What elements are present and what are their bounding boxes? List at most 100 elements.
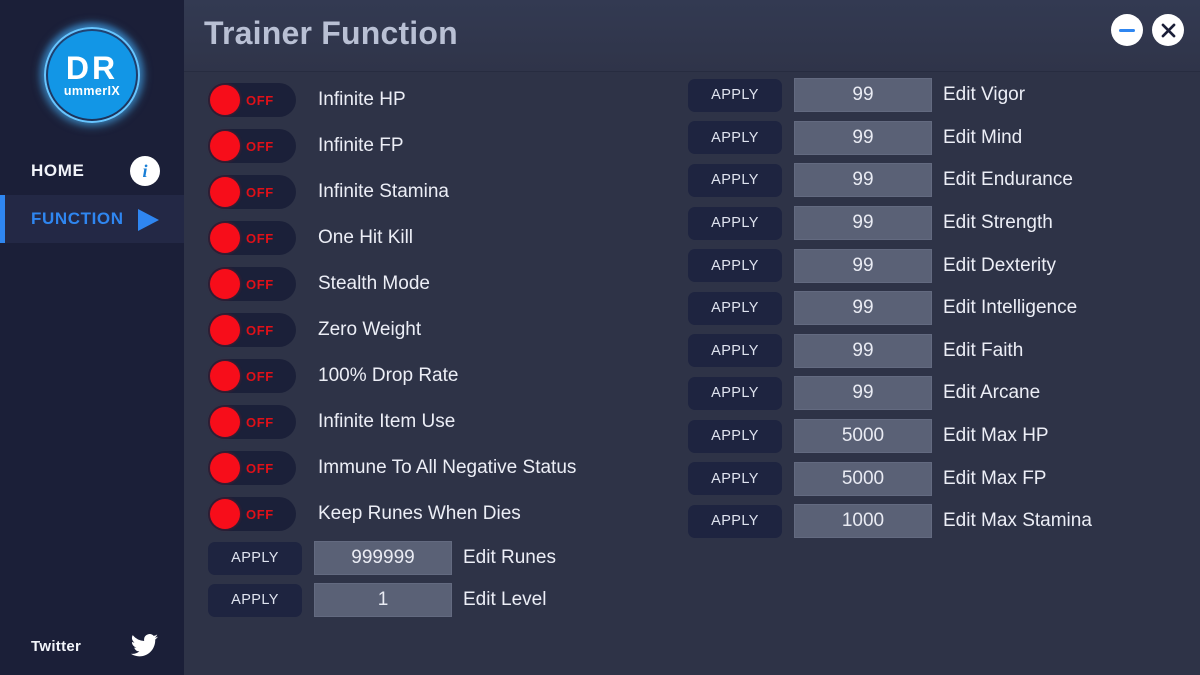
apply-button[interactable]: APPLY <box>688 78 782 112</box>
field-label: Edit Mind <box>943 126 1023 148</box>
toggles-column: OFF Infinite HP OFF Infinite FP OFF Infi… <box>208 77 688 621</box>
field-label: Edit Level <box>463 589 547 610</box>
toggle-knob <box>210 361 240 391</box>
toggle-switch[interactable]: OFF <box>208 267 296 301</box>
toggle-state-label: OFF <box>246 138 274 154</box>
toggle-row[interactable]: OFF Zero Weight <box>208 307 688 353</box>
field-label: Edit Intelligence <box>943 297 1078 319</box>
apply-button[interactable]: APPLY <box>208 541 302 575</box>
field-label: Edit Max Stamina <box>943 510 1092 532</box>
main-area: Trainer Function OFF Infinite HP OFF Inf… <box>184 0 1200 675</box>
apply-button[interactable]: APPLY <box>688 462 782 496</box>
edit-field-row: APPLY 1 Edit Level <box>208 579 688 621</box>
toggle-row[interactable]: OFF Infinite Stamina <box>208 169 688 215</box>
toggle-row[interactable]: OFF Infinite HP <box>208 77 688 123</box>
toggle-label: One Hit Kill <box>318 227 414 248</box>
logo-sub-text: ummerIX <box>63 84 121 99</box>
toggle-knob <box>210 223 240 253</box>
edit-field-row: APPLY 99 Edit Arcane <box>688 372 1188 415</box>
value-input[interactable]: 5000 <box>794 419 932 454</box>
value-input[interactable]: 1 <box>314 583 452 617</box>
toggle-switch[interactable]: OFF <box>208 405 296 439</box>
value-input[interactable]: 99 <box>794 248 932 283</box>
toggle-row[interactable]: OFF Infinite FP <box>208 123 688 169</box>
value-input[interactable]: 99 <box>794 78 932 113</box>
field-label: Edit Arcane <box>943 382 1041 404</box>
field-label: Edit Strength <box>943 212 1053 234</box>
toggle-label: Infinite FP <box>318 135 404 156</box>
play-triangle-icon <box>138 209 159 231</box>
value-input[interactable]: 99 <box>794 120 932 155</box>
field-label: Edit Runes <box>463 547 556 568</box>
sidebar-item-home[interactable]: HOME i <box>0 147 184 195</box>
value-input[interactable]: 999999 <box>314 541 452 575</box>
active-nav-accent-bar <box>0 195 5 243</box>
toggle-knob <box>210 453 240 483</box>
sidebar: DR ummerIX HOME i FUNCTION Twitter <box>0 0 184 675</box>
apply-button[interactable]: APPLY <box>688 163 782 197</box>
field-label: Edit Max HP <box>943 425 1049 447</box>
toggle-label: Keep Runes When Dies <box>318 503 521 524</box>
toggle-label: Immune To All Negative Status <box>318 457 577 478</box>
apply-button[interactable]: APPLY <box>688 376 782 410</box>
sidebar-item-function[interactable]: FUNCTION <box>0 195 184 243</box>
value-input[interactable]: 99 <box>794 291 932 326</box>
apply-button[interactable]: APPLY <box>688 334 782 368</box>
toggle-row[interactable]: OFF Infinite Item Use <box>208 399 688 445</box>
close-icon[interactable] <box>1152 14 1184 46</box>
toggle-row[interactable]: OFF Immune To All Negative Status <box>208 445 688 491</box>
toggle-switch[interactable]: OFF <box>208 497 296 531</box>
info-icon[interactable]: i <box>130 156 160 186</box>
apply-button[interactable]: APPLY <box>688 504 782 538</box>
minimize-icon[interactable] <box>1111 14 1143 46</box>
field-label: Edit Vigor <box>943 84 1026 106</box>
apply-button[interactable]: APPLY <box>688 291 782 325</box>
field-label: Edit Faith <box>943 339 1024 361</box>
toggle-knob <box>210 315 240 345</box>
apply-button[interactable]: APPLY <box>688 419 782 453</box>
info-icon-glyph: i <box>142 160 148 181</box>
toggle-state-label: OFF <box>246 506 274 522</box>
toggle-state-label: OFF <box>246 368 274 384</box>
edit-field-row: APPLY 99 Edit Vigor <box>688 74 1188 117</box>
toggle-switch[interactable]: OFF <box>208 359 296 393</box>
toggle-row[interactable]: OFF 100% Drop Rate <box>208 353 688 399</box>
toggle-label: Zero Weight <box>318 319 422 340</box>
twitter-label: Twitter <box>31 637 82 655</box>
toggle-switch[interactable]: OFF <box>208 175 296 209</box>
edit-field-row: APPLY 99 Edit Faith <box>688 330 1188 373</box>
toggle-row[interactable]: OFF One Hit Kill <box>208 215 688 261</box>
toggle-state-label: OFF <box>246 414 274 430</box>
toggle-label: Stealth Mode <box>318 273 430 294</box>
toggle-knob <box>210 269 240 299</box>
toggle-row[interactable]: OFF Keep Runes When Dies <box>208 491 688 537</box>
toggle-row[interactable]: OFF Stealth Mode <box>208 261 688 307</box>
apply-button[interactable]: APPLY <box>688 206 782 240</box>
toggle-switch[interactable]: OFF <box>208 313 296 347</box>
toggle-state-label: OFF <box>246 230 274 246</box>
toggle-switch[interactable]: OFF <box>208 451 296 485</box>
apply-button[interactable]: APPLY <box>208 583 302 617</box>
value-input[interactable]: 99 <box>794 163 932 198</box>
toggle-switch[interactable]: OFF <box>208 129 296 163</box>
value-input[interactable]: 1000 <box>794 504 932 539</box>
toggle-label: Infinite HP <box>318 89 406 110</box>
edit-field-row: APPLY 99 Edit Dexterity <box>688 244 1188 287</box>
logo-main-text: DR <box>65 50 119 87</box>
toggle-label: 100% Drop Rate <box>318 365 459 386</box>
apply-button[interactable]: APPLY <box>688 249 782 283</box>
value-input[interactable]: 99 <box>794 333 932 368</box>
value-input[interactable]: 99 <box>794 206 932 241</box>
apply-button[interactable]: APPLY <box>688 121 782 155</box>
toggle-switch[interactable]: OFF <box>208 83 296 117</box>
edit-field-row: APPLY 99 Edit Endurance <box>688 159 1188 202</box>
twitter-link[interactable]: Twitter <box>0 625 184 667</box>
value-input[interactable]: 99 <box>794 376 932 411</box>
twitter-bird-icon <box>130 633 160 659</box>
toggle-switch[interactable]: OFF <box>208 221 296 255</box>
value-input[interactable]: 5000 <box>794 461 932 496</box>
sidebar-item-function-label: FUNCTION <box>31 209 124 228</box>
page-title: Trainer Function <box>204 15 458 51</box>
edit-field-row: APPLY 99 Edit Intelligence <box>688 287 1188 330</box>
edit-field-row: APPLY 5000 Edit Max FP <box>688 457 1188 500</box>
